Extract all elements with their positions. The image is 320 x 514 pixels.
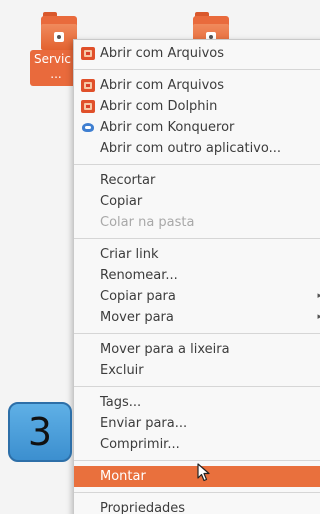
menu-item-properties[interactable]: Propriedades (74, 498, 320, 514)
menu-item-open-with-files[interactable]: Abrir com Arquivos (74, 43, 320, 64)
menu-item-delete[interactable]: Excluir (74, 360, 320, 381)
files-app-icon (81, 79, 95, 92)
menu-separator (74, 69, 320, 70)
folder-icon[interactable] (41, 12, 77, 50)
menu-item-label: Tags... (100, 395, 142, 410)
menu-separator (74, 386, 320, 387)
menu-item-tags[interactable]: Tags... (74, 392, 320, 413)
mouse-pointer-icon (197, 463, 210, 482)
menu-item-label: Recortar (100, 173, 156, 188)
menu-item-label: Propriedades (100, 501, 186, 514)
menu-separator (74, 460, 320, 461)
menu-item-send-to[interactable]: Enviar para... (74, 413, 320, 434)
menu-separator (74, 492, 320, 493)
folder-label-text: Servic (34, 52, 71, 66)
menu-item-label: Excluir (100, 363, 144, 378)
menu-separator (74, 333, 320, 334)
menu-item-open-with-files[interactable]: Abrir com Arquivos (74, 75, 320, 96)
files-app-icon (81, 47, 95, 60)
menu-item-label: Renomear... (100, 268, 178, 283)
menu-item-paste-into-folder: Colar na pasta (74, 212, 320, 233)
folder-label-ellipsis: ... (50, 67, 62, 81)
menu-item-label: Copiar (100, 194, 143, 209)
step-number-badge: 3 (8, 402, 72, 462)
menu-item-label: Comprimir... (100, 437, 180, 452)
menu-item-label: Colar na pasta (100, 215, 195, 230)
menu-item-label: Enviar para... (100, 416, 188, 431)
menu-item-label: Abrir com Dolphin (100, 99, 218, 114)
menu-item-cut[interactable]: Recortar (74, 170, 320, 191)
context-menu: Abrir com Arquivos Abrir com Arquivos Ab… (73, 39, 320, 514)
menu-item-label: Mover para (100, 310, 174, 325)
menu-item-label: Montar (100, 469, 146, 484)
menu-item-label: Abrir com Arquivos (100, 78, 225, 93)
menu-item-copy-to[interactable]: Copiar para ▸ (74, 286, 320, 307)
menu-item-label: Copiar para (100, 289, 176, 304)
menu-item-make-link[interactable]: Criar link (74, 244, 320, 265)
menu-item-copy[interactable]: Copiar (74, 191, 320, 212)
dolphin-app-icon (81, 100, 95, 113)
menu-item-label: Abrir com outro aplicativo... (100, 141, 281, 156)
menu-item-open-with-dolphin[interactable]: Abrir com Dolphin (74, 96, 320, 117)
menu-separator (74, 164, 320, 165)
menu-item-open-with-konqueror[interactable]: Abrir com Konqueror (74, 117, 320, 138)
menu-item-label: Mover para a lixeira (100, 342, 230, 357)
konqueror-app-icon (81, 121, 95, 134)
menu-item-label: Criar link (100, 247, 159, 262)
menu-item-move-to-trash[interactable]: Mover para a lixeira (74, 339, 320, 360)
menu-item-compress[interactable]: Comprimir... (74, 434, 320, 455)
menu-item-move-to[interactable]: Mover para ▸ (74, 307, 320, 328)
menu-separator (74, 238, 320, 239)
menu-item-label: Abrir com Arquivos (100, 46, 225, 61)
menu-item-label: Abrir com Konqueror (100, 120, 235, 135)
menu-item-rename[interactable]: Renomear... (74, 265, 320, 286)
menu-item-open-with-other[interactable]: Abrir com outro aplicativo... (74, 138, 320, 159)
